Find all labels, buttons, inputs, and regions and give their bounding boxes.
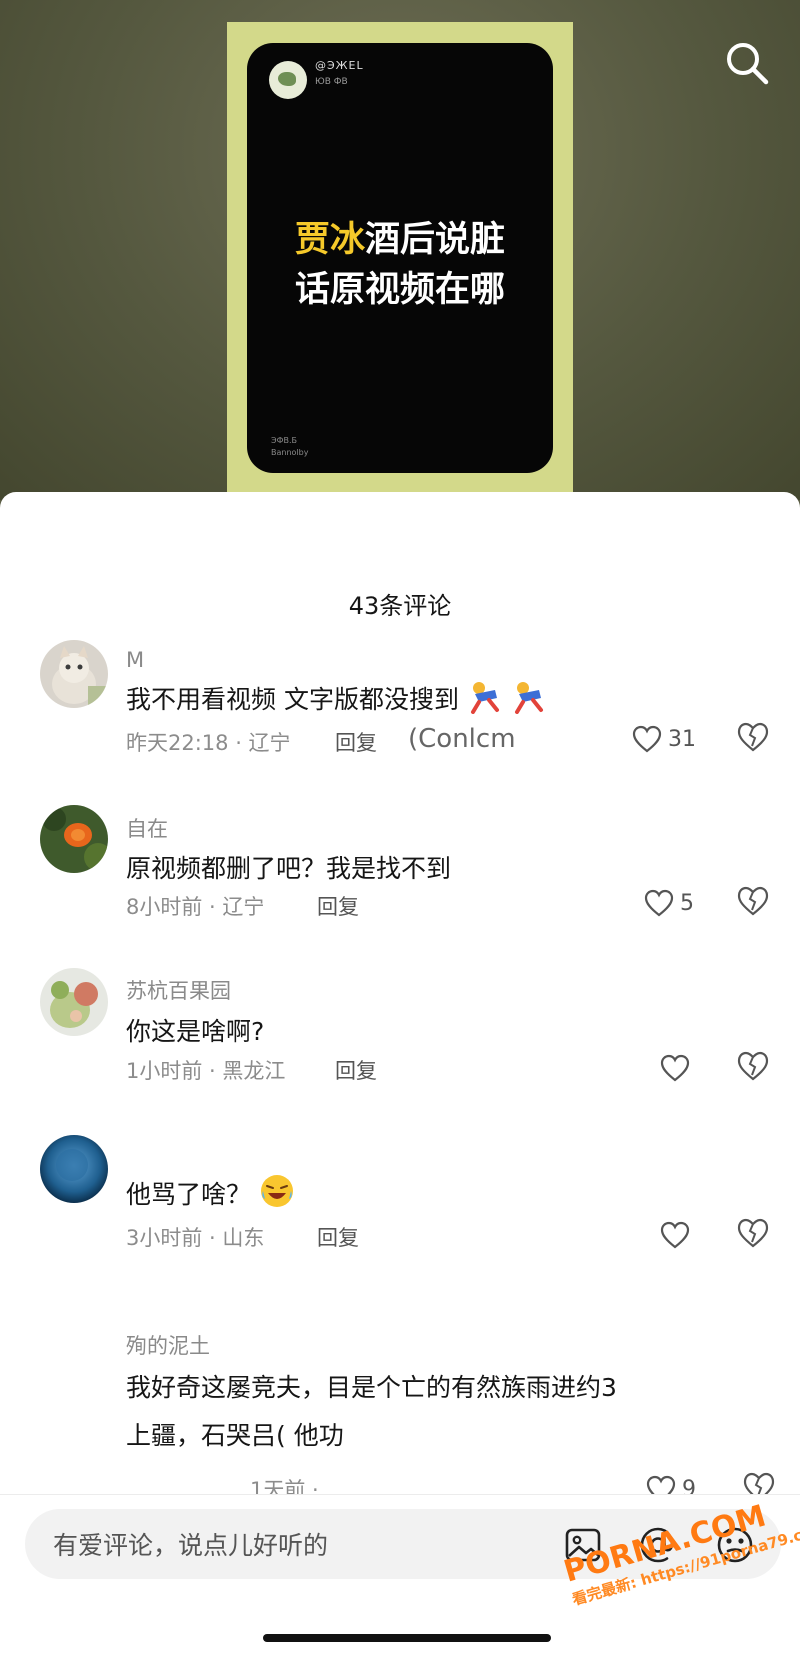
search-button[interactable]: [722, 38, 772, 88]
comment-text: 原视频都删了吧？我是找不到: [126, 854, 452, 883]
like-count: 5: [680, 890, 694, 916]
broken-heart-icon: [737, 1051, 769, 1081]
reply-button[interactable]: 回复: [317, 891, 359, 921]
dislike-button[interactable]: [736, 886, 770, 920]
comments-sheet: 43条评论 M 我不用看视频 文字版都没搜到 昨天22:18 · 辽宁 回复 (…: [0, 492, 800, 1656]
poster-title-highlight: 贾冰: [294, 220, 365, 260]
like-button[interactable]: [660, 1218, 696, 1252]
comment-text-line1: 我好奇这屡竞夫，目是个亡的有然族雨进约3: [126, 1373, 617, 1402]
search-icon: [727, 43, 769, 85]
comment-time-location: 8小时前 · 辽宁: [126, 895, 265, 919]
heart-icon: [660, 1054, 690, 1082]
poster-subtitle: ЮВ ФВ: [315, 77, 348, 87]
poster-avatar: [269, 61, 307, 99]
video-poster: @ЭЖEL ЮВ ФВ 贾冰酒后说脏 话原视频在哪 ЭФВ.Б Bannolby: [227, 22, 573, 500]
poster-card: @ЭЖEL ЮВ ФВ 贾冰酒后说脏 话原视频在哪 ЭФВ.Б Bannolby: [247, 43, 553, 473]
comment-time-location: 昨天22:18 · 辽宁: [126, 731, 291, 755]
broken-heart-icon: [737, 886, 769, 916]
broken-heart-icon: [737, 722, 769, 752]
comment-time-location: 3小时前 · 山东: [126, 1226, 265, 1250]
poster-footer-line1: ЭФВ.Б: [271, 436, 297, 445]
reply-button[interactable]: 回复: [335, 1055, 377, 1085]
comment-time-location: 1小时前 · 黑龙江: [126, 1059, 286, 1083]
avatar[interactable]: [40, 968, 108, 1036]
poster-title-line2: 话原视频在哪: [294, 270, 505, 310]
comment-extra-text: (Conlcm: [408, 724, 516, 754]
comment-text: 他骂了啥？: [126, 1173, 295, 1211]
comment-author[interactable]: 苏杭百果园: [126, 975, 231, 1005]
poster-title-line1: 酒后说脏: [365, 220, 506, 260]
reply-button[interactable]: 回复: [317, 1222, 359, 1252]
poster-handle: @ЭЖEL: [315, 59, 364, 72]
comment-author[interactable]: 自在: [126, 813, 168, 843]
avatar[interactable]: [40, 1135, 108, 1203]
poster-footer-line2: Bannolby: [271, 448, 309, 457]
like-button[interactable]: [660, 1051, 696, 1085]
comment-text-content: 我不用看视频 文字版都没搜到: [126, 685, 459, 714]
home-indicator[interactable]: [263, 1634, 551, 1642]
like-button[interactable]: 31: [632, 722, 696, 756]
reply-button[interactable]: 回复: [335, 727, 377, 757]
poster-title: 贾冰酒后说脏 话原视频在哪: [247, 215, 553, 315]
heart-icon: [660, 1221, 690, 1249]
dislike-button[interactable]: [736, 1051, 770, 1085]
broken-heart-icon: [737, 1218, 769, 1248]
poster-footer: ЭФВ.Б Bannolby: [271, 435, 308, 459]
avatar[interactable]: [40, 805, 108, 873]
heart-icon: [632, 725, 662, 753]
video-area[interactable]: @ЭЖEL ЮВ ФВ 贾冰酒后说脏 话原视频在哪 ЭФВ.Б Bannolby: [0, 0, 800, 500]
like-count: 31: [668, 726, 696, 752]
comment-text: 我不用看视频 文字版都没搜到: [126, 680, 547, 716]
dislike-button[interactable]: [736, 1218, 770, 1252]
like-button[interactable]: 5: [644, 886, 694, 920]
comment-text-content: 他骂了啥？: [126, 1180, 252, 1209]
comment-input[interactable]: [51, 1509, 515, 1581]
comment-author[interactable]: M: [126, 648, 144, 672]
running-figure-emoji-icon: [470, 682, 499, 714]
dislike-button[interactable]: [736, 722, 770, 756]
heart-icon: [644, 889, 674, 917]
comment-item: 殉的泥土 我好奇这屡竞夫，目是个亡的有然族雨进约3 上疆，石哭吕( 他功 1天前…: [0, 1330, 800, 1510]
comment-author[interactable]: 殉的泥土: [126, 1330, 210, 1360]
comment-text-line2: 上疆，石哭吕( 他功: [126, 1421, 344, 1450]
laughing-crying-emoji-icon: [260, 1175, 293, 1207]
running-figure-emoji-icon: [514, 682, 543, 714]
comments-count-title: 43条评论: [348, 592, 452, 620]
comment-text: 你这是啥啊?: [126, 1017, 265, 1046]
avatar[interactable]: [40, 640, 108, 708]
